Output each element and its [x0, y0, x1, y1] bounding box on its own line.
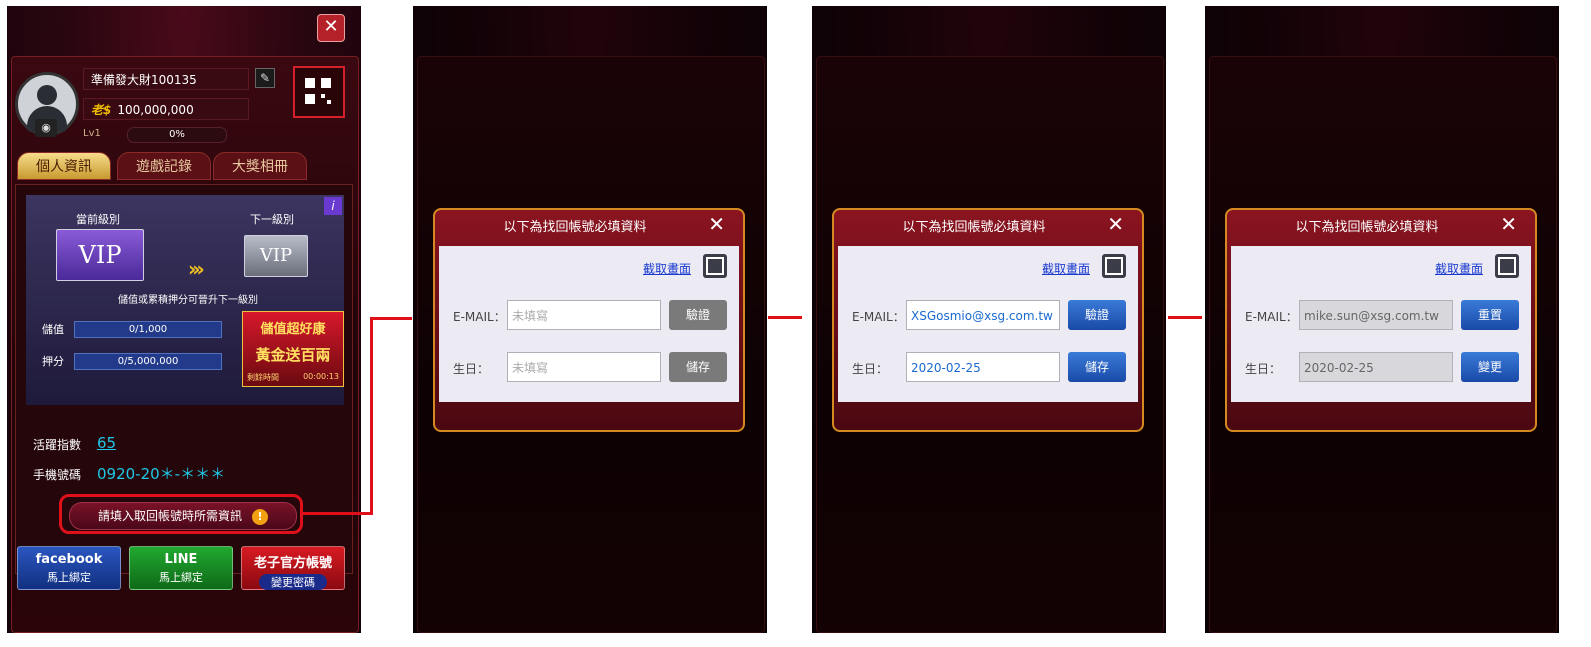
profile-tabs: 個人資訊 遊戲記錄 大獎相冊	[17, 152, 347, 180]
connector-line	[370, 317, 373, 515]
activity-label: 活躍指數	[33, 438, 82, 452]
profile-screen-1: ✕ ◉ 準備發大財100135 ✎ 老$ 100,000,000 Lv1 0% 個…	[7, 6, 361, 633]
arrow-icon	[1168, 316, 1202, 319]
profile-screen-4: 以下為找回帳號必填資料 ✕ 截取畫面 E-MAIL： mike.sun@xsg.…	[1205, 6, 1559, 633]
email-field[interactable]: XSGosmio@xsg.com.tw	[906, 300, 1060, 330]
user-name: 準備發大財100135	[83, 68, 249, 90]
dialog-title: 以下為找回帳號必填資料	[1295, 220, 1439, 235]
email-label: E-MAIL：	[453, 310, 506, 324]
arrow-icon	[768, 316, 802, 319]
tab-personal-info[interactable]: 個人資訊	[17, 152, 111, 180]
email-field: mike.sun@xsg.com.tw	[1299, 300, 1453, 330]
bet-label: 押分	[42, 355, 64, 368]
upgrade-arrows-icon: ›››	[188, 257, 205, 281]
birthday-field[interactable]: 未填寫	[507, 352, 661, 382]
fullscreen-icon[interactable]	[703, 254, 727, 278]
fullscreen-icon[interactable]	[1102, 254, 1126, 278]
phone-value: 0920-20＊-＊＊＊	[97, 465, 226, 483]
promo-title: 儲值超好康	[260, 322, 326, 337]
official-title: 老子官方帳號	[253, 556, 332, 571]
profile-screen-3: 以下為找回帳號必填資料 ✕ 截取畫面 E-MAIL： XSGosmio@xsg.…	[812, 6, 1166, 633]
save-button[interactable]: 儲存	[669, 352, 727, 382]
deposit-label: 儲值	[42, 323, 64, 336]
edit-name-icon[interactable]: ✎	[255, 68, 275, 88]
vip-level-box: i 當前級別 下一級別 VIP ››› VIP 儲值或累積押分可晉升下一級別 儲…	[26, 195, 344, 405]
coin-icon: 老$	[91, 103, 112, 117]
email-field[interactable]: 未填寫	[507, 300, 661, 330]
highlight-box	[59, 494, 303, 534]
recovery-dialog: 以下為找回帳號必填資料 ✕ 截取畫面 E-MAIL： mike.sun@xsg.…	[1225, 208, 1537, 432]
promo-subtitle: 黃金送百兩	[255, 346, 331, 364]
change-button[interactable]: 變更	[1461, 352, 1519, 382]
capture-screen-link[interactable]: 截取畫面	[643, 260, 691, 277]
line-bind-button[interactable]: LINE 馬上綁定	[129, 546, 233, 590]
camera-icon[interactable]: ◉	[35, 119, 57, 137]
capture-screen-link[interactable]: 截取畫面	[1042, 260, 1090, 277]
capture-screen-link[interactable]: 截取畫面	[1435, 260, 1483, 277]
birthday-label: 生日：	[852, 362, 889, 376]
official-account-button[interactable]: 老子官方帳號 變更密碼	[241, 546, 345, 590]
next-level-label: 下一級別	[250, 213, 294, 226]
current-level-label: 當前級別	[76, 213, 120, 226]
recovery-dialog: 以下為找回帳號必填資料 ✕ 截取畫面 E-MAIL： XSGosmio@xsg.…	[832, 208, 1144, 432]
next-vip-badge: VIP	[244, 235, 308, 277]
deposit-progress-bar: 0/1,000	[74, 321, 222, 338]
email-label: E-MAIL：	[852, 310, 905, 324]
bet-progress-bar: 0/5,000,000	[74, 353, 222, 370]
recovery-dialog: 以下為找回帳號必填資料 ✕ 截取畫面 E-MAIL： 未填寫 驗證 生日： 未填…	[433, 208, 745, 432]
connector-line	[370, 317, 412, 320]
profile-screen-2: 以下為找回帳號必填資料 ✕ 截取畫面 E-MAIL： 未填寫 驗證 生日： 未填…	[413, 6, 767, 633]
facebook-sub: 馬上綁定	[47, 571, 91, 584]
dialog-close-icon[interactable]: ✕	[1500, 212, 1517, 236]
tab-jackpot-album[interactable]: 大獎相冊	[213, 152, 307, 180]
dialog-close-icon[interactable]: ✕	[708, 212, 725, 236]
reset-button[interactable]: 重置	[1461, 300, 1519, 330]
facebook-title: facebook	[35, 552, 103, 567]
upgrade-hint: 儲值或累積押分可晉升下一級別	[118, 295, 258, 306]
tab-game-records[interactable]: 遊戲記錄	[117, 152, 211, 180]
change-password-label[interactable]: 變更密碼	[259, 574, 327, 590]
phone-label: 手機號碼	[33, 468, 82, 482]
save-button[interactable]: 儲存	[1068, 352, 1126, 382]
birthday-field: 2020-02-25	[1299, 352, 1453, 382]
activity-value: 65	[97, 434, 117, 452]
coin-amount: 100,000,000	[117, 103, 194, 117]
level-label: Lv1	[83, 128, 101, 139]
email-label: E-MAIL：	[1245, 310, 1298, 324]
dialog-title: 以下為找回帳號必填資料	[503, 220, 647, 235]
current-vip-badge: VIP	[56, 229, 144, 281]
promo-time: 00:00:13	[303, 372, 339, 381]
verify-button[interactable]: 驗證	[1068, 300, 1126, 330]
fullscreen-icon[interactable]	[1495, 254, 1519, 278]
line-title: LINE	[164, 552, 198, 567]
info-icon[interactable]: i	[324, 197, 342, 215]
connector-line	[303, 512, 373, 515]
birthday-field[interactable]: 2020-02-25	[906, 352, 1060, 382]
close-button[interactable]: ✕	[317, 14, 345, 42]
promo-time-label: 剩餘時間	[247, 373, 279, 382]
birthday-label: 生日：	[1245, 362, 1282, 376]
coin-balance: 老$ 100,000,000	[83, 98, 249, 120]
facebook-bind-button[interactable]: facebook 馬上綁定	[17, 546, 121, 590]
qr-code-button[interactable]	[293, 66, 345, 118]
line-sub: 馬上綁定	[159, 571, 203, 584]
xp-progress: 0%	[127, 127, 227, 143]
verify-button[interactable]: 驗證	[669, 300, 727, 330]
birthday-label: 生日：	[453, 362, 490, 376]
dialog-close-icon[interactable]: ✕	[1107, 212, 1124, 236]
dialog-title: 以下為找回帳號必填資料	[902, 220, 1046, 235]
deposit-promo-banner[interactable]: 儲值超好康 黃金送百兩 剩餘時間 00:00:13	[242, 311, 344, 387]
